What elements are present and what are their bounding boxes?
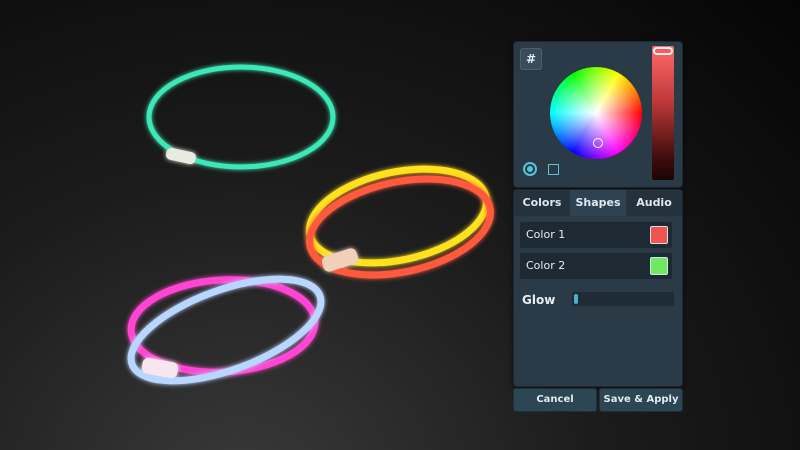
hex-input-button[interactable]: # (520, 48, 542, 70)
color-1-row[interactable]: Color 1 (520, 222, 672, 248)
hue-slider-handle[interactable] (653, 47, 673, 55)
tab-colors[interactable]: Colors (514, 190, 570, 216)
circle-icon[interactable] (523, 162, 537, 176)
hue-slider[interactable] (652, 46, 674, 180)
color-1-swatch[interactable] (650, 226, 668, 244)
save-apply-button[interactable]: Save & Apply (599, 388, 683, 412)
color-2-swatch[interactable] (650, 257, 668, 275)
glow-stick-teal[interactable] (146, 64, 336, 170)
glow-label: Glow (522, 293, 556, 307)
color-2-label: Color 2 (526, 259, 566, 272)
color-1-label: Color 1 (526, 228, 566, 241)
tab-bar: Colors Shapes Audio (514, 190, 682, 216)
square-icon[interactable] (548, 164, 559, 175)
settings-panel: Colors Shapes Audio Color 1 Color 2 Glow (513, 189, 683, 387)
glow-slider-fill (574, 294, 578, 304)
color-picker-panel: # (513, 41, 683, 188)
color-wheel-cursor[interactable] (593, 138, 603, 148)
cancel-button[interactable]: Cancel (513, 388, 597, 412)
tab-audio[interactable]: Audio (626, 190, 682, 216)
color-2-row[interactable]: Color 2 (520, 253, 672, 279)
tab-shapes[interactable]: Shapes (570, 190, 626, 216)
glow-slider[interactable] (572, 292, 674, 306)
